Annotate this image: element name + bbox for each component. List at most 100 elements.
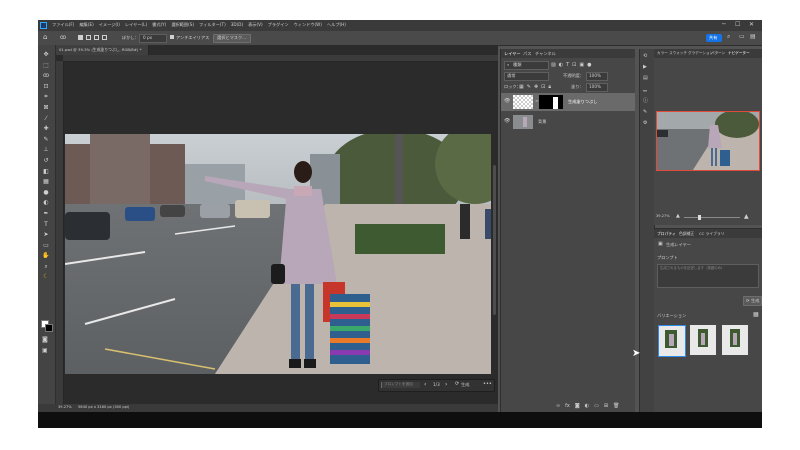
antialias-checkbox[interactable] [170, 35, 174, 39]
pen-tool-icon[interactable]: ✒ [41, 210, 51, 218]
feather-input[interactable]: 0 px [139, 34, 167, 43]
adjustment-filter-icon[interactable]: ◐ [559, 62, 563, 68]
shape-filter-icon[interactable]: ⊡ [572, 62, 576, 68]
adjustment-layer-icon[interactable]: ◐ [585, 403, 589, 409]
menu-3d[interactable]: 3D(D) [231, 22, 243, 27]
eyedropper-tool-icon[interactable]: ⁄ [41, 115, 51, 123]
zoom-in-icon[interactable]: ▲ [744, 214, 749, 220]
screen-mode-icon[interactable]: ▣ [42, 348, 48, 354]
search-icon[interactable]: ⌕ [727, 34, 730, 40]
variation-thumbnail[interactable] [658, 325, 686, 357]
new-layer-icon[interactable]: ⊞ [604, 403, 608, 409]
next-variation-icon[interactable]: › [445, 382, 447, 388]
opacity-input[interactable]: 100% [586, 72, 608, 81]
tab-navigator[interactable]: ナビゲーター [728, 51, 750, 56]
tab-color[interactable]: カラー [657, 51, 668, 56]
zoom-status[interactable]: 39.27% [58, 405, 72, 410]
vertical-scrollbar[interactable] [493, 165, 496, 315]
layer-row[interactable]: 👁︎ ∞ 生成塗りつぶし [501, 93, 635, 111]
workspace-icon[interactable]: ▭ [739, 34, 745, 40]
panels-icon[interactable]: ▤ [750, 34, 756, 40]
type-filter-icon[interactable]: T [566, 62, 569, 68]
history-brush-tool-icon[interactable]: ↺ [41, 157, 51, 165]
navigator-preview[interactable] [656, 111, 760, 171]
grid-view-icon[interactable]: ▦ [753, 312, 759, 318]
navigator-zoom-slider[interactable] [684, 215, 740, 220]
background-color-swatch[interactable] [45, 324, 53, 332]
crop-tool-icon[interactable]: ⌗ [41, 93, 51, 101]
smart-object-filter-icon[interactable]: ▣ [579, 62, 584, 68]
quick-mask-icon[interactable]: ◙ [42, 337, 48, 343]
properties-generate-button[interactable]: ⟳ 生成 [743, 296, 762, 306]
clone-stamp-tool-icon[interactable]: ⊥ [41, 146, 51, 154]
share-button[interactable]: 共有 [706, 34, 722, 42]
menu-plugins[interactable]: プラグイン [268, 22, 289, 27]
marquee-tool-icon[interactable]: ⬚ [41, 62, 51, 70]
menu-file[interactable]: ファイル(F) [52, 22, 74, 27]
history-icon[interactable]: ⟲ [643, 53, 648, 59]
brush-tool-icon[interactable]: ✎ [41, 136, 51, 144]
intersect-selection-icon[interactable] [102, 35, 107, 40]
tab-layers[interactable]: レイヤー [504, 51, 521, 56]
info-icon[interactable]: ⓘ [643, 97, 648, 104]
actions-icon[interactable]: ▶ [643, 64, 648, 70]
tab-properties[interactable]: プロパティ [657, 232, 676, 236]
generate-icon[interactable]: ⟳ [455, 382, 459, 387]
link-layers-icon[interactable]: ∞ [556, 403, 560, 409]
generate-label[interactable]: 生成 [461, 382, 469, 387]
photo-canvas[interactable] [65, 134, 491, 374]
gradient-tool-icon[interactable]: ▦ [41, 178, 51, 186]
filter-toggle-icon[interactable]: ● [587, 62, 591, 68]
rectangle-tool-icon[interactable]: ▭ [41, 242, 51, 250]
zoom-out-icon[interactable]: ▲ [676, 214, 680, 219]
healing-brush-tool-icon[interactable]: ✚ [41, 125, 51, 133]
path-selection-tool-icon[interactable]: ➤ [41, 231, 51, 239]
tab-channels[interactable]: チャンネル [535, 51, 556, 56]
eraser-tool-icon[interactable]: ◧ [41, 168, 51, 176]
home-icon[interactable]: ⌂ [43, 34, 47, 41]
menu-image[interactable]: イメージ(I) [99, 22, 120, 27]
previous-variation-icon[interactable]: ‹ [424, 382, 426, 388]
blur-tool-icon[interactable]: ● [41, 189, 51, 197]
lasso-tool-icon[interactable]: ꝏ [60, 35, 66, 41]
visibility-eye-icon[interactable]: 👁︎ [504, 99, 510, 104]
lock-position-icon[interactable]: ✥ [534, 84, 538, 90]
visibility-eye-icon[interactable]: 👁︎ [504, 119, 510, 124]
maximize-icon[interactable]: ☐ [735, 22, 740, 28]
zoom-tool-icon[interactable]: ⌕ [41, 263, 51, 271]
layer-mask-thumbnail[interactable] [539, 95, 563, 109]
hand-tool-icon[interactable]: ✋ [41, 252, 51, 260]
tab-patterns[interactable]: パターン [711, 51, 725, 56]
fx-icon[interactable]: fx [565, 403, 570, 409]
add-mask-icon[interactable]: ◙ [575, 403, 580, 409]
adjust-icon[interactable]: ⚙ [643, 120, 648, 126]
tab-cc-libraries[interactable]: CC ライブラリ [699, 232, 725, 236]
frame-tool-icon[interactable]: ⊠ [41, 104, 51, 112]
menu-help[interactable]: ヘルプ(H) [327, 22, 346, 27]
blend-mode-select[interactable]: 通常 [504, 72, 549, 81]
tab-paths[interactable]: パス [523, 51, 531, 56]
layer-filter-select[interactable]: ⌕ 種類 [504, 61, 549, 70]
move-tool-icon[interactable]: ✥ [41, 51, 51, 59]
variation-thumbnail[interactable] [690, 325, 716, 355]
subtract-selection-icon[interactable] [94, 35, 99, 40]
lock-artboard-icon[interactable]: ⊡ [541, 84, 545, 90]
menu-layer[interactable]: レイヤー(L) [125, 22, 147, 27]
tab-adjustments[interactable]: 色調補正 [679, 232, 694, 236]
layer-row[interactable]: 👁︎ 背景 [501, 113, 635, 131]
new-selection-icon[interactable] [78, 35, 83, 40]
type-tool-icon[interactable]: T [41, 221, 51, 229]
comments-icon[interactable]: ▤ [643, 75, 648, 81]
menu-edit[interactable]: 編集(E) [79, 22, 93, 27]
edit-toolbar-icon[interactable]: ☾ [41, 273, 51, 281]
delete-layer-icon[interactable]: 🗑︎ [613, 403, 619, 409]
brushes-icon[interactable]: ✎ [643, 109, 648, 115]
minimize-icon[interactable]: ─ [722, 22, 726, 28]
menu-select[interactable]: 選択範囲(S) [171, 22, 194, 27]
lasso-tool-icon[interactable]: ꝏ [41, 72, 51, 80]
menu-type[interactable]: 書式(Y) [152, 22, 166, 27]
prompt-input[interactable]: プロンプトを追加 [381, 382, 420, 388]
pixel-filter-icon[interactable]: ▨ [551, 62, 556, 68]
select-and-mask-button[interactable]: 選択とマスク... [213, 34, 251, 43]
document-tab[interactable]: 01.psd @ 39.3% (生成塗りつぶし, RGB/8#) * [56, 45, 149, 55]
